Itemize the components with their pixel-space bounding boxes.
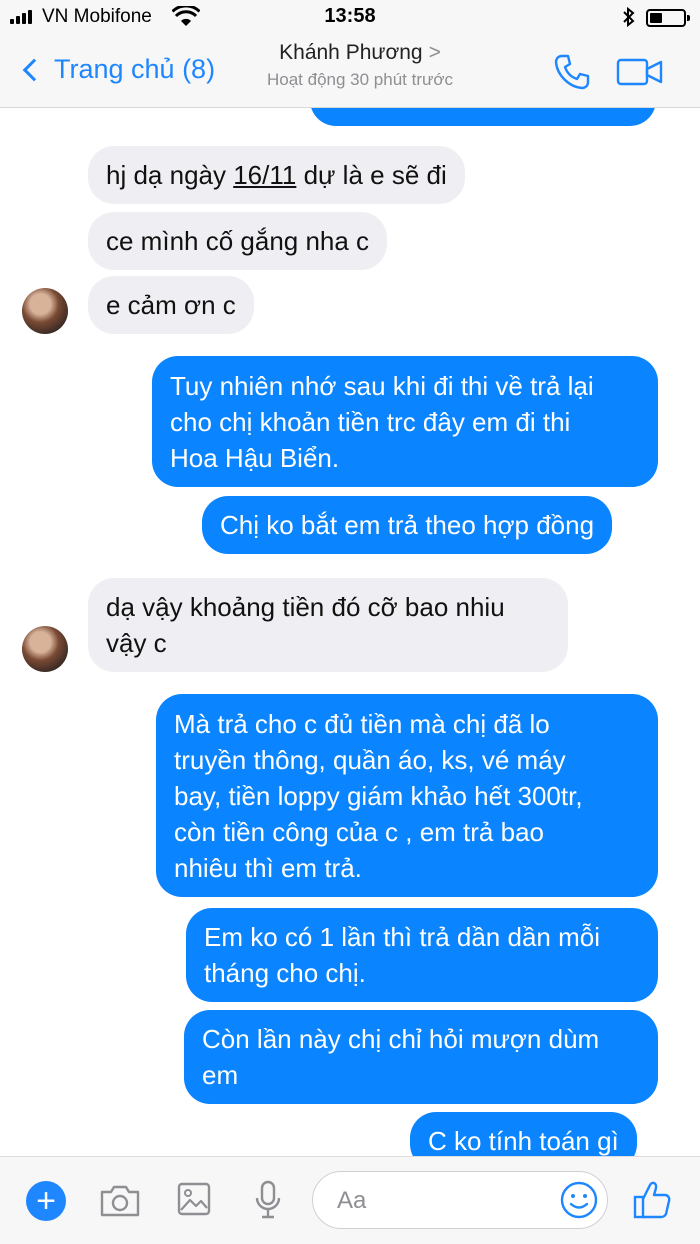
message-bubble-outgoing[interactable]: Còn lần này chị chỉ hỏi mượn dùm em [184, 1010, 658, 1104]
plus-icon[interactable]: + [26, 1181, 66, 1221]
message-line: Hoa Hậu Biển. [170, 443, 340, 473]
video-call-icon[interactable] [616, 57, 664, 87]
avatar[interactable] [22, 288, 68, 334]
contact-name: Khánh Phương [279, 41, 423, 64]
phone-icon[interactable] [552, 52, 592, 92]
message-text: dự là e sẽ đi [296, 160, 447, 190]
message-bubble-incoming[interactable]: dạ vậy khoảng tiền đó cỡ bao nhiu vậy c [88, 578, 568, 672]
message-line: vậy c [106, 628, 167, 658]
emoji-icon[interactable] [559, 1180, 599, 1220]
date-link[interactable]: 16/11 [233, 160, 296, 190]
message-bubble-incoming[interactable]: e cảm ơn c [88, 276, 254, 334]
camera-icon[interactable] [98, 1183, 142, 1219]
bluetooth-icon [623, 6, 635, 28]
message-text: hj dạ ngày [106, 160, 234, 190]
message-line: còn tiền công của c , em trả bao [174, 817, 544, 847]
status-bar: VN Mobifone 13:58 [0, 0, 700, 36]
message-composer: + Aa [0, 1156, 700, 1244]
message-input[interactable]: Aa [312, 1171, 608, 1229]
contact-info[interactable]: Khánh Phương > Hoạt động 30 phút trước [230, 41, 490, 90]
message-line: dạ vậy khoảng tiền đó cỡ bao nhiu [106, 592, 505, 622]
chevron-left-icon [22, 58, 46, 81]
message-line: Còn lần này chị chỉ hỏi mượn dùm [202, 1024, 600, 1054]
thumbs-up-icon[interactable] [632, 1179, 672, 1221]
message-line: Mà trả cho c đủ tiền mà chị đã lo [174, 709, 550, 739]
message-bubble-outgoing[interactable]: Tuy nhiên nhớ sau khi đi thi về trả lại … [152, 356, 658, 487]
message-line: Em ko có 1 lần thì trả dần dần mỗi [204, 922, 600, 952]
contact-status: Hoạt động 30 phút trước [266, 70, 454, 89]
gallery-icon[interactable] [176, 1181, 212, 1217]
message-bubble-outgoing[interactable]: Chị ko bắt em trả theo hợp đồng [202, 496, 613, 554]
message-line: cho chị khoản tiền trc đây em đi thi [170, 407, 571, 437]
message-bubble-outgoing-partial [310, 108, 656, 126]
message-line: bay, tiền loppy giám khảo hết 300tr, [174, 781, 583, 811]
message-bubble-outgoing[interactable]: Em ko có 1 lần thì trả dần dần mỗi tháng… [186, 908, 658, 1002]
back-label: Trang chủ (8) [54, 54, 216, 84]
contact-name-row: Khánh Phương > [230, 41, 490, 65]
chat-header: Trang chủ (8) Khánh Phương > Hoạt động 30… [0, 36, 700, 108]
message-list[interactable]: hj dạ ngày 16/11 dự là e sẽ đi ce mình c… [0, 108, 700, 1156]
message-line: Tuy nhiên nhớ sau khi đi thi về trả lại [170, 371, 594, 401]
message-line: em [202, 1060, 239, 1090]
message-bubble-incoming[interactable]: hj dạ ngày 16/11 dự là e sẽ đi [88, 146, 465, 204]
message-line: truyền thông, quần áo, ks, vé máy [174, 745, 566, 775]
avatar[interactable] [22, 626, 68, 672]
message-input-placeholder: Aa [337, 1187, 367, 1214]
message-bubble-outgoing[interactable]: Mà trả cho c đủ tiền mà chị đã lo truyền… [156, 694, 658, 897]
battery-icon [646, 9, 690, 27]
message-line: nhiêu thì em trả. [174, 853, 362, 883]
message-bubble-incoming[interactable]: ce mình cố gắng nha c [88, 212, 388, 270]
message-line: tháng cho chị. [204, 958, 366, 988]
status-time: 13:58 [324, 5, 376, 27]
back-button[interactable]: Trang chủ (8) [18, 54, 215, 85]
microphone-icon[interactable] [252, 1179, 284, 1221]
message-bubble-outgoing[interactable]: C ko tính toán gì [410, 1112, 637, 1156]
chevron-right-icon: > [428, 41, 441, 64]
